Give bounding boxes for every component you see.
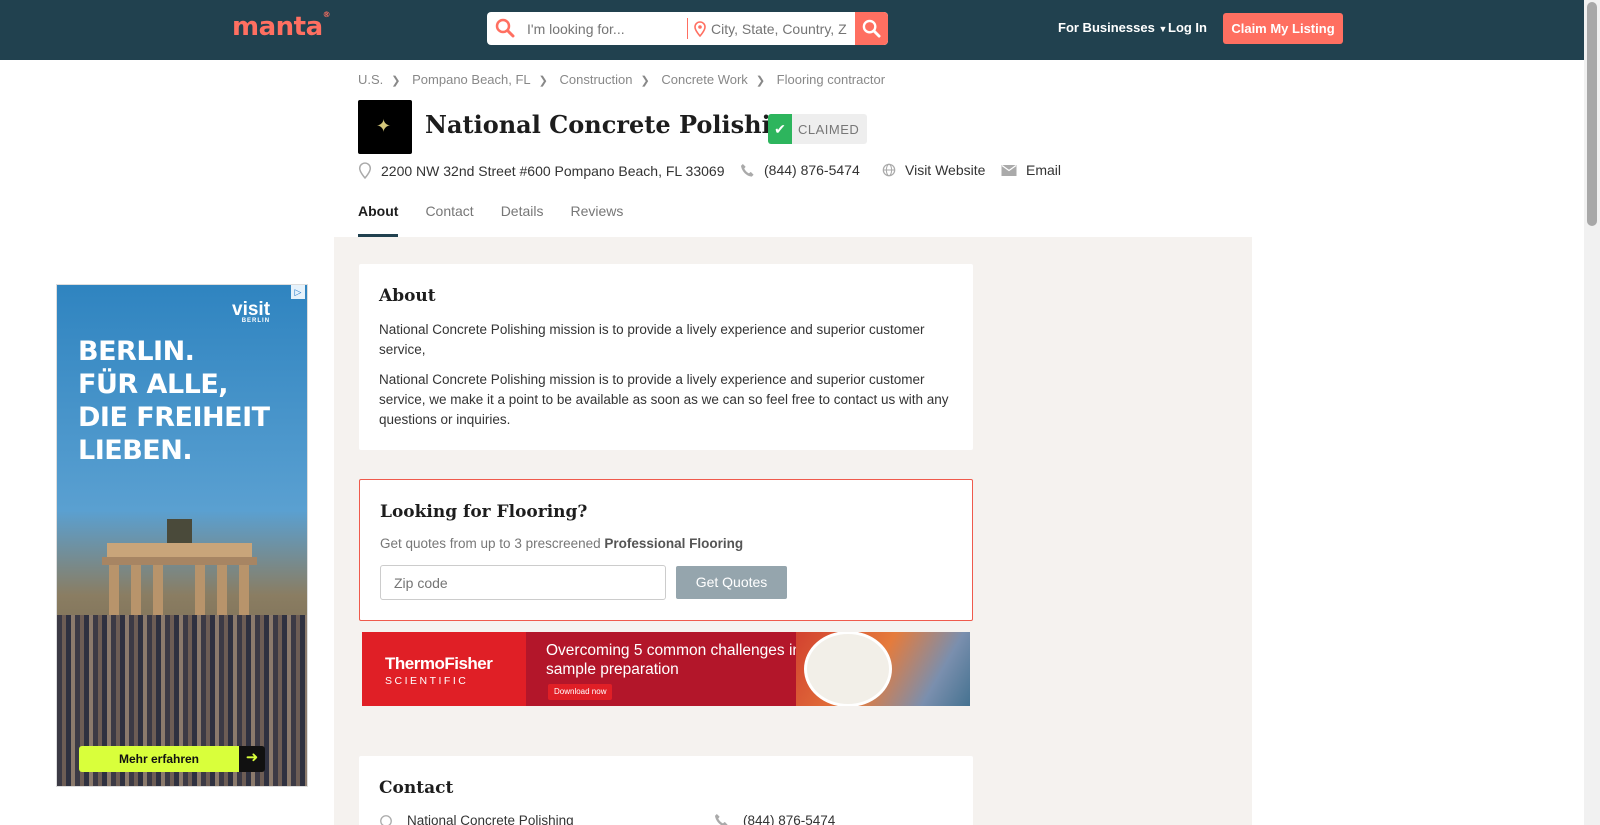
about-description: National Concrete Polishing mission is t… (379, 372, 949, 427)
tab-reviews[interactable]: Reviews (570, 203, 623, 237)
ad-brand-logo: ThermoFisher SCIENTIFIC (362, 632, 526, 706)
section-tabs: About Contact Details Reviews (358, 203, 650, 237)
visit-website-link[interactable]: Visit Website (882, 162, 985, 178)
about-summary: National Concrete Polishing mission is t… (379, 322, 925, 357)
tab-contact[interactable]: Contact (425, 203, 473, 237)
claimed-badge: ✔ CLAIMED (768, 114, 868, 144)
scrollbar-thumb[interactable] (1587, 2, 1597, 226)
location-input[interactable] (711, 12, 847, 45)
chevron-down-icon: ▼ (1158, 24, 1168, 34)
globe-icon (882, 163, 896, 177)
ad-slogan: BERLIN. FÜR ALLE, DIE FREIHEIT LIEBEN. (78, 336, 270, 466)
envelope-icon (1001, 164, 1017, 176)
business-address: 2200 NW 32nd Street #600 Pompano Beach, … (358, 162, 725, 179)
quote-request-card: Looking for Flooring? Get quotes from up… (359, 479, 973, 621)
location-pin-icon (380, 814, 392, 825)
get-quotes-button[interactable]: Get Quotes (676, 566, 787, 599)
breadcrumb-city[interactable]: Pompano Beach, FL (412, 72, 531, 87)
mehr-erfahren-button[interactable]: Mehr erfahren (79, 746, 239, 772)
manta-logo[interactable]: manta® (232, 10, 331, 42)
breadcrumb-category[interactable]: Construction (560, 72, 633, 87)
quote-subtitle: Get quotes from up to 3 prescreened Prof… (380, 536, 744, 551)
chevron-right-icon: ❯ (391, 75, 401, 87)
emblem-icon: ✦ (376, 116, 392, 136)
location-pin-icon (358, 162, 372, 179)
page-scrollbar[interactable] (1584, 0, 1600, 825)
breadcrumb-subcategory[interactable]: Concrete Work (661, 72, 747, 87)
chevron-right-icon: ❯ (640, 75, 650, 87)
contact-card: Contact National Concrete Polishing (844… (359, 756, 973, 825)
ad-headline: Overcoming 5 common challenges in sample… (546, 642, 802, 678)
search-input[interactable] (527, 12, 677, 45)
zip-code-input[interactable] (380, 565, 666, 600)
email-link[interactable]: Email (1001, 162, 1061, 178)
about-card: About National Concrete Polishing missio… (359, 264, 973, 450)
about-title: About (379, 286, 436, 306)
contact-phone-row[interactable]: (844) 876-5474 (714, 813, 835, 825)
search-submit-button[interactable] (855, 12, 888, 45)
business-name: National Concrete Polishing (425, 110, 805, 139)
phone-icon (740, 163, 754, 177)
business-phone[interactable]: (844) 876-5474 (740, 162, 860, 178)
breadcrumb-us[interactable]: U.S. (358, 72, 383, 87)
top-header: manta® For Businesses ▼ Log In Claim My … (0, 0, 1584, 60)
adchoices-icon[interactable]: ▷ (291, 285, 305, 299)
tab-about[interactable]: About (358, 203, 399, 237)
thermofisher-banner-ad[interactable]: ThermoFisher SCIENTIFIC Overcoming 5 com… (362, 632, 970, 706)
chevron-right-icon: ❯ (538, 75, 548, 87)
breadcrumb: U.S. ❯ Pompano Beach, FL ❯ Construction ❯ C… (358, 72, 885, 87)
contact-title: Contact (379, 778, 454, 798)
main-content: About National Concrete Polishing missio… (334, 237, 1252, 825)
phone-icon (714, 813, 728, 825)
ad-download-button[interactable]: Download now (548, 684, 613, 700)
for-businesses-menu[interactable]: For Businesses ▼ (1058, 20, 1167, 35)
visit-berlin-logo: visit BERLIN (232, 299, 271, 324)
tab-details[interactable]: Details (501, 203, 544, 237)
claim-listing-button[interactable]: Claim My Listing (1223, 13, 1343, 44)
chevron-right-icon: ❯ (755, 75, 766, 87)
check-icon: ✔ (768, 114, 792, 144)
arrow-right-icon[interactable]: ➜ (239, 746, 265, 772)
quote-title: Looking for Flooring? (380, 502, 588, 522)
location-pin-icon (694, 21, 706, 37)
registered-mark: ® (322, 10, 331, 19)
search-bar (487, 12, 888, 45)
ad-image-circle (804, 632, 892, 706)
business-logo: ✦ (358, 100, 412, 154)
search-icon (862, 19, 881, 38)
search-divider (687, 18, 688, 39)
login-link[interactable]: Log In (1168, 20, 1207, 35)
visit-berlin-side-ad[interactable]: ▷ visit BERLIN BERLIN. FÜR ALLE, DIE FREI… (56, 284, 308, 787)
contact-name-row: National Concrete Polishing (379, 813, 574, 825)
search-icon (495, 18, 515, 38)
breadcrumb-type[interactable]: Flooring contractor (777, 72, 885, 87)
ad-image (796, 632, 970, 706)
